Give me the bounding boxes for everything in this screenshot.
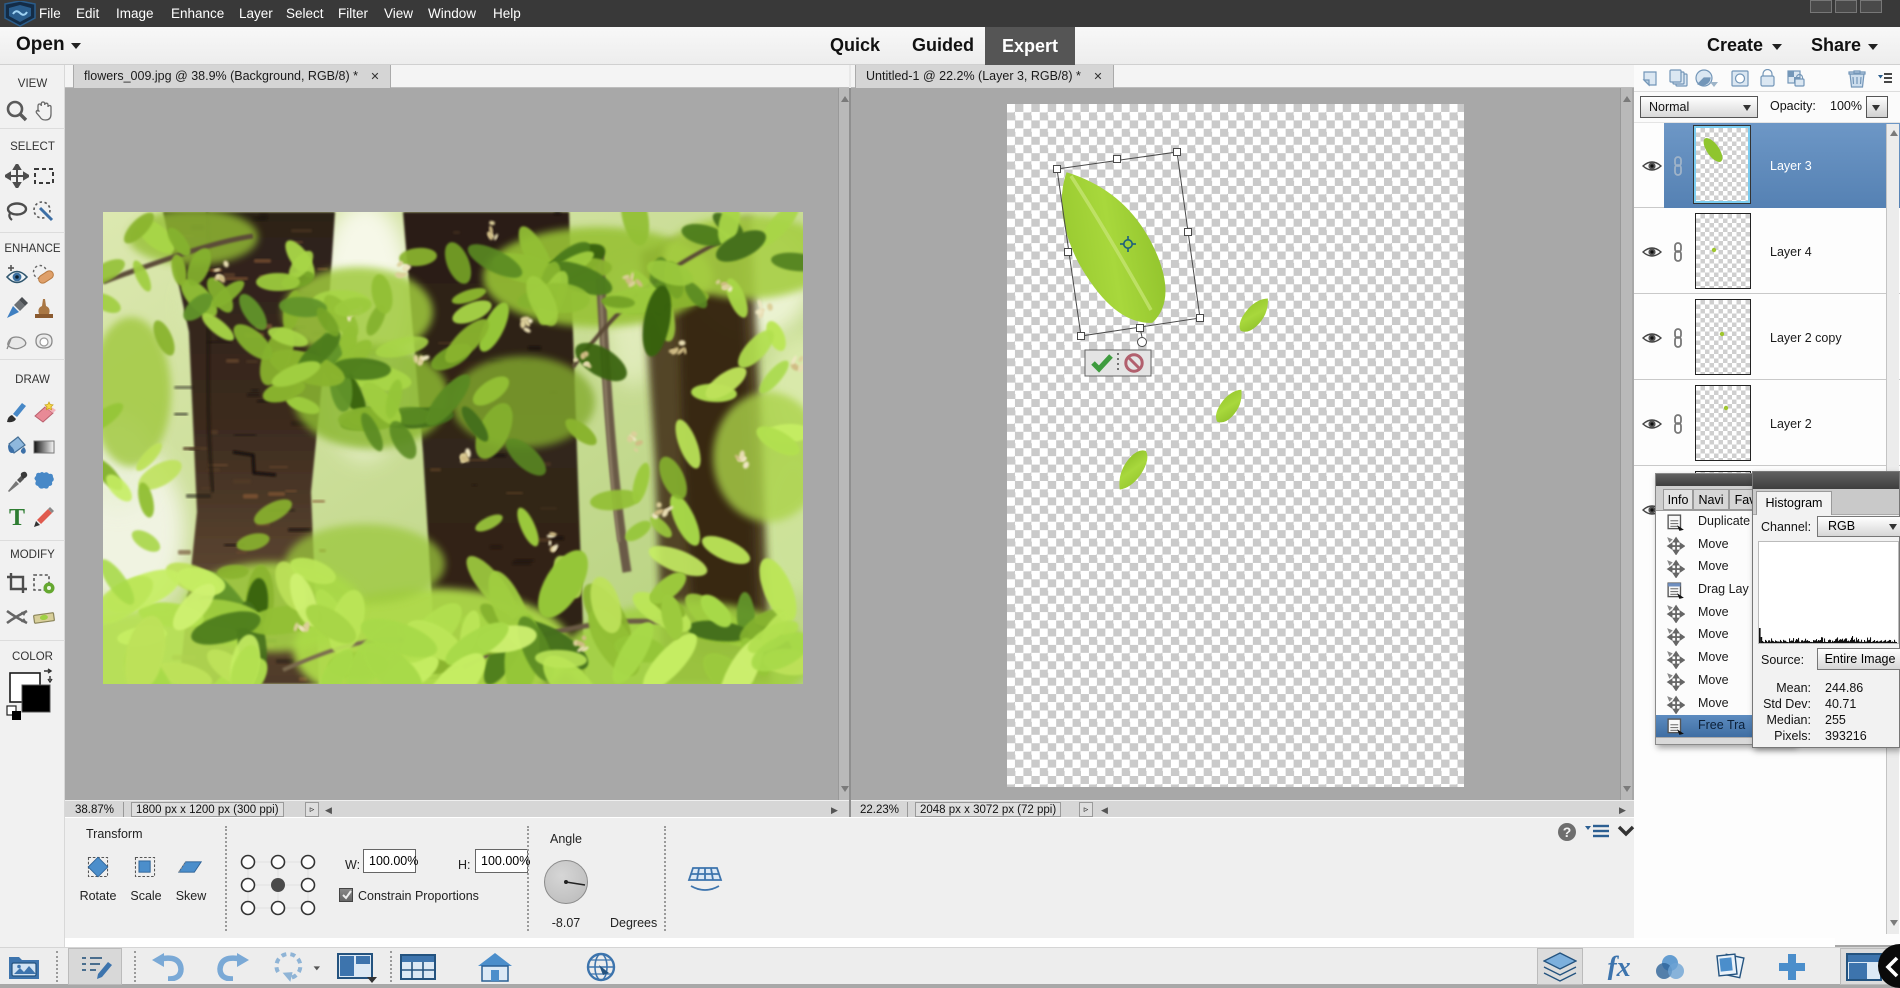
svg-text:?: ? [1563,824,1572,840]
svg-text:fx: fx [1607,954,1630,980]
svg-text:T: T [9,505,25,529]
